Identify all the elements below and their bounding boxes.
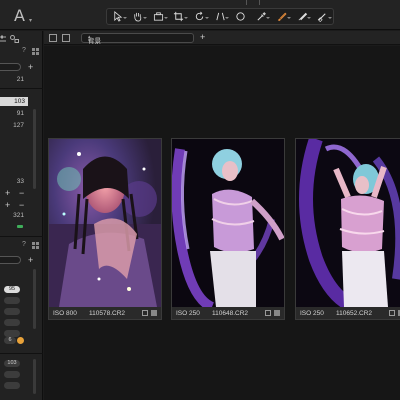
pill-value[interactable] (4, 297, 20, 304)
picker-tool-button[interactable] (251, 9, 272, 24)
crop-tool-button[interactable] (169, 9, 190, 24)
iso-label: ISO 800 (53, 309, 77, 317)
photo-preview (172, 139, 284, 307)
filename-label: 110648.CR2 (212, 309, 249, 317)
add-album-button[interactable]: + (200, 32, 205, 42)
pill-value[interactable] (4, 319, 20, 326)
add-button[interactable]: + (28, 63, 33, 72)
camera-icon (153, 12, 163, 21)
gradient-tool-button[interactable] (312, 9, 333, 24)
sliders-icon[interactable] (0, 35, 6, 43)
pill-value[interactable]: 6 (4, 337, 16, 344)
brush-icon (277, 12, 287, 22)
select-tool-button[interactable] (107, 9, 128, 24)
thumbnail[interactable]: ISO 250 110648.CR2 (171, 138, 285, 320)
main-toolbar: A ▾ (0, 0, 400, 30)
checkbox[interactable] (265, 310, 271, 316)
text-tool-icon[interactable]: A (14, 6, 25, 25)
list-view-button[interactable] (62, 34, 70, 42)
filename-label: 110652.CR2 (336, 309, 373, 317)
help-icon[interactable]: ? (22, 47, 26, 54)
scrollbar[interactable] (33, 359, 36, 394)
rating-indicator (17, 337, 24, 344)
add-button[interactable]: + (5, 201, 10, 210)
eraser-tool-button[interactable] (292, 9, 313, 24)
checkbox[interactable] (389, 310, 395, 316)
browser-header: 背景 ▴ ▾ + (44, 31, 400, 45)
window-grip (246, 0, 260, 5)
count-row: 91 (16, 110, 24, 117)
checkbox[interactable] (142, 310, 148, 316)
pill-value[interactable]: 103 (4, 360, 20, 367)
pill-value[interactable] (4, 371, 20, 378)
hand-icon (134, 12, 142, 22)
presets-icon[interactable] (10, 35, 19, 43)
camera-tool-button[interactable] (148, 9, 169, 24)
pill-value[interactable]: 95 (4, 286, 20, 293)
chevron-updown-icon: ▴ ▾ (88, 34, 91, 44)
preset-field[interactable] (0, 256, 21, 264)
scrollbar[interactable] (33, 269, 36, 329)
image-browser: ISO 800 110578.CR2 ISO 250 110648.CR2 IS… (44, 46, 400, 400)
add-button[interactable]: + (5, 189, 10, 198)
count-top: 21 (16, 76, 24, 83)
keystone-tool-button[interactable] (210, 9, 231, 24)
spot-tool-button[interactable] (230, 9, 251, 24)
status-indicator (17, 225, 23, 228)
filename-label: 110578.CR2 (89, 309, 126, 317)
thumbnail-caption: ISO 800 110578.CR2 (49, 307, 161, 319)
count-value: 321 (13, 212, 24, 219)
count-row: 127 (13, 122, 24, 129)
thumbnail[interactable]: ISO 800 110578.CR2 (48, 138, 162, 320)
rotate-tool-button[interactable] (189, 9, 210, 24)
grid-menu-icon[interactable] (32, 242, 39, 249)
grid-view-button[interactable] (49, 34, 57, 42)
iso-label: ISO 250 (300, 309, 324, 317)
thumbnail[interactable]: ISO 250 110652.CR2 (295, 138, 400, 320)
thumbnail-caption: ISO 250 110648.CR2 (172, 307, 284, 319)
circle-icon (236, 12, 245, 21)
thumbnail-caption: ISO 250 110652.CR2 (296, 307, 400, 319)
color-tag-icon[interactable] (274, 310, 280, 316)
chevron-down-icon[interactable]: ▾ (29, 17, 32, 24)
photo-preview (296, 139, 400, 307)
remove-button[interactable]: − (19, 189, 24, 198)
rotate-icon (195, 11, 204, 21)
pill-value[interactable] (4, 382, 20, 389)
preset-field[interactable] (0, 63, 21, 71)
cursor-tools-group (106, 8, 334, 25)
pill-value[interactable] (4, 308, 20, 315)
selected-row[interactable]: 103 (0, 97, 28, 106)
pill-value[interactable] (4, 330, 20, 337)
add-button[interactable]: + (28, 256, 33, 265)
color-tag-icon[interactable] (151, 310, 157, 316)
remove-button[interactable]: − (19, 201, 24, 210)
eraser-icon (298, 12, 307, 21)
arrow-cursor-icon (114, 11, 123, 22)
iso-label: ISO 250 (176, 309, 200, 317)
brush-tool-button[interactable] (271, 9, 292, 24)
crop-icon (174, 11, 184, 22)
count-bottom: 33 (16, 178, 24, 185)
keystone-icon (215, 12, 225, 21)
album-select[interactable]: 背景 ▴ ▾ (81, 33, 194, 45)
gradient-icon (318, 13, 326, 22)
help-icon[interactable]: ? (22, 241, 26, 248)
left-tool-panel: ? + 21 103 91 127 33 + − + − 321 ? + 95 … (0, 31, 43, 400)
scrollbar[interactable] (33, 109, 36, 189)
eyedropper-icon (257, 12, 266, 21)
pan-tool-button[interactable] (128, 9, 149, 24)
photo-preview (49, 139, 161, 307)
grid-menu-icon[interactable] (32, 48, 39, 55)
